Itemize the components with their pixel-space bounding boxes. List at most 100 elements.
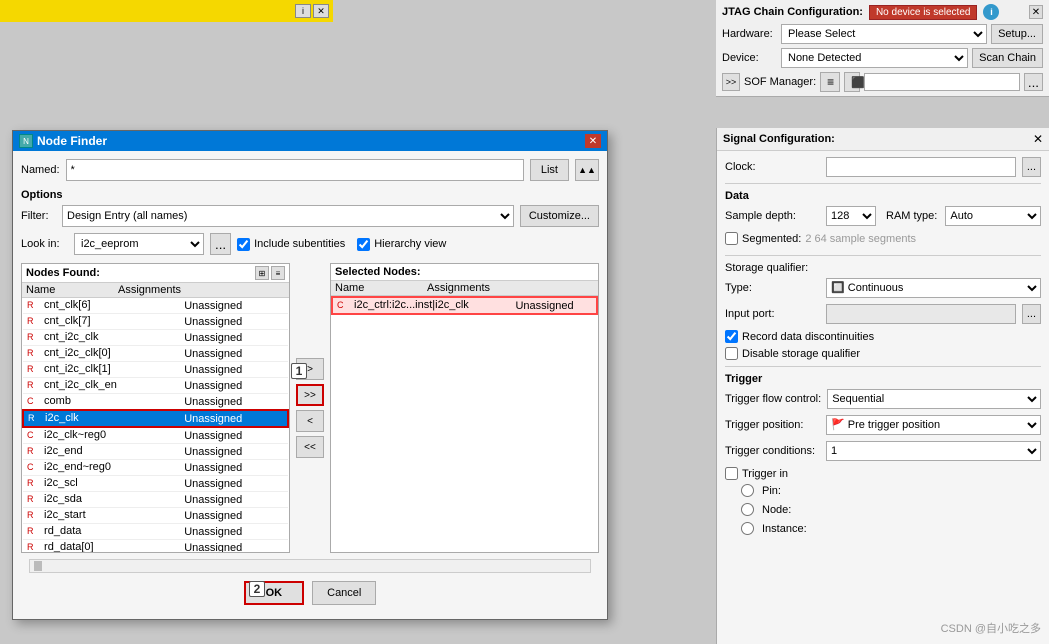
node-icon: R [27,494,39,506]
nodes-icon-btn2[interactable]: ≡ [271,266,285,280]
input-port-input[interactable] [826,304,1016,324]
node-assign-cell: Unassigned [180,378,288,394]
nodes-found-panel: Nodes Found: ⊞ ≡ Name Assignments [21,263,290,553]
setup-btn[interactable]: Setup... [991,24,1043,44]
node-icon: C [27,396,39,408]
clock-label: Clock: [725,161,820,173]
table-row[interactable]: R rd_data Unassigned [23,524,288,540]
jtag-arrow-btn[interactable]: >> [722,73,740,91]
table-row[interactable]: C i2c_end~reg0 Unassigned [23,460,288,476]
transfer-left-all-btn[interactable]: << [296,436,324,458]
jtag-info-btn[interactable]: i [983,4,999,20]
transfer-right-all-btn[interactable]: >> [296,384,324,406]
node-assign-cell: Unassigned [180,540,288,553]
segmented-label: Segmented: [742,233,801,245]
node-icon: R [27,364,39,376]
pin-radio[interactable] [741,484,754,497]
node-assign-cell: Unassigned [180,394,288,411]
device-select[interactable]: None Detected [781,48,968,68]
segmented-value: 2 64 sample segments [805,233,916,245]
nodes-found-table: Name Assignments [22,283,289,298]
segmented-checkbox[interactable] [725,232,738,245]
node-name-cell: R cnt_i2c_clk_en [23,378,180,394]
customize-btn[interactable]: Customize... [520,205,599,227]
options-label: Options [21,189,599,201]
hierarchy-view-checkbox[interactable] [357,238,370,251]
filter-select[interactable]: Design Entry (all names) [62,205,514,227]
named-label: Named: [21,164,60,176]
signal-close-btn[interactable]: ✕ [1033,132,1043,146]
hardware-select[interactable]: Please Select [781,24,987,44]
dialog-title-icon: N [19,134,33,148]
type-select[interactable]: 🔲 Continuous [826,278,1041,298]
selected-list-area[interactable]: C i2c_ctrl:i2c...inst|i2c_clk Unassigned [331,296,598,552]
nodes-found-title: Nodes Found: [26,267,100,279]
selected-node-row[interactable]: C i2c_ctrl:i2c...inst|i2c_clk Unassigned [332,297,597,314]
node-assign-cell: Unassigned [180,346,288,362]
node-assign-cell: Unassigned [180,508,288,524]
record-discontinuities-checkbox[interactable] [725,330,738,343]
node-name-cell: R i2c_end [23,444,180,460]
table-row[interactable]: R cnt_i2c_clk[1] Unassigned [23,362,288,378]
signal-panel-title: Signal Configuration: ✕ [717,128,1049,151]
clock-dots-btn[interactable]: ... [1022,157,1041,177]
scan-chain-btn[interactable]: Scan Chain [972,48,1043,68]
node-label: Node: [762,504,791,516]
include-subentities-checkbox[interactable] [237,238,250,251]
dialog-close-btn[interactable]: ✕ [585,134,601,148]
clock-input[interactable] [826,157,1016,177]
table-row[interactable]: R cnt_i2c_clk_en Unassigned [23,378,288,394]
instance-radio[interactable] [741,522,754,535]
cancel-btn[interactable]: Cancel [312,581,376,605]
node-radio[interactable] [741,503,754,516]
sof-btn1[interactable]: ≡ [820,72,840,92]
trigger-pos-select[interactable]: 🚩 Pre trigger position [826,415,1041,435]
table-row[interactable]: R rd_data[0] Unassigned [23,540,288,553]
nodes-icon-btn1[interactable]: ⊞ [255,266,269,280]
transfer-left-one-btn[interactable]: < [296,410,324,432]
jtag-close-btn[interactable]: ✕ [1029,5,1043,19]
trigger-cond-select[interactable]: 1 [826,441,1041,461]
nodes-list-area[interactable]: R cnt_clk[6] Unassigned R cnt_clk[7] Una… [22,298,289,552]
selected-node-assign: Unassigned [511,297,597,314]
arrow-up-btn[interactable]: ▲▲ [575,159,599,181]
trigger-in-checkbox[interactable] [725,467,738,480]
node-icon: R [27,316,39,328]
ram-type-select[interactable]: Auto [945,206,1041,226]
table-row[interactable]: R i2c_clk Unassigned [23,410,288,427]
node-name-cell: R rd_data [23,524,180,540]
table-row[interactable]: R i2c_end Unassigned [23,444,288,460]
table-row[interactable]: C i2c_clk~reg0 Unassigned [23,427,288,444]
table-row[interactable]: R cnt_i2c_clk Unassigned [23,330,288,346]
table-row[interactable]: R cnt_clk[7] Unassigned [23,314,288,330]
sof-dots-btn[interactable]: ... [1024,73,1043,91]
lookin-select[interactable]: i2c_eeprom [74,233,204,255]
node-assign-cell: Unassigned [180,314,288,330]
selected-nodes-title: Selected Nodes: [335,266,421,278]
table-row[interactable]: R i2c_scl Unassigned [23,476,288,492]
trigger-in-label: Trigger in [742,468,788,480]
node-finder-dialog: N Node Finder ✕ Named: List ▲▲ Options F… [12,130,608,620]
table-row[interactable]: R cnt_clk[6] Unassigned [23,298,288,314]
node-name-cell: R cnt_i2c_clk[1] [23,362,180,378]
scrollbar-area[interactable] [29,559,591,573]
close-btn[interactable]: ✕ [313,4,329,18]
named-input[interactable] [66,159,524,181]
node-assign-cell: Unassigned [180,524,288,540]
lookin-dots-btn[interactable]: ... [210,233,231,255]
table-row[interactable]: C comb Unassigned [23,394,288,411]
table-row[interactable]: R i2c_sda Unassigned [23,492,288,508]
trigger-flow-select[interactable]: Sequential [827,389,1041,409]
disable-storage-checkbox[interactable] [725,347,738,360]
node-icon: C [27,462,39,474]
sample-depth-select[interactable]: 128 [826,206,876,226]
signal-panel: Signal Configuration: ✕ Clock: ... Data … [716,128,1049,644]
sof-input[interactable] [864,73,1020,91]
sof-btn2[interactable]: ⬛ [844,72,860,92]
info-btn[interactable]: i [295,4,311,18]
table-row[interactable]: R i2c_start Unassigned [23,508,288,524]
input-port-dots-btn[interactable]: ... [1022,304,1041,324]
table-row[interactable]: R cnt_i2c_clk[0] Unassigned [23,346,288,362]
list-btn[interactable]: List [530,159,569,181]
node-icon: R [27,478,39,490]
